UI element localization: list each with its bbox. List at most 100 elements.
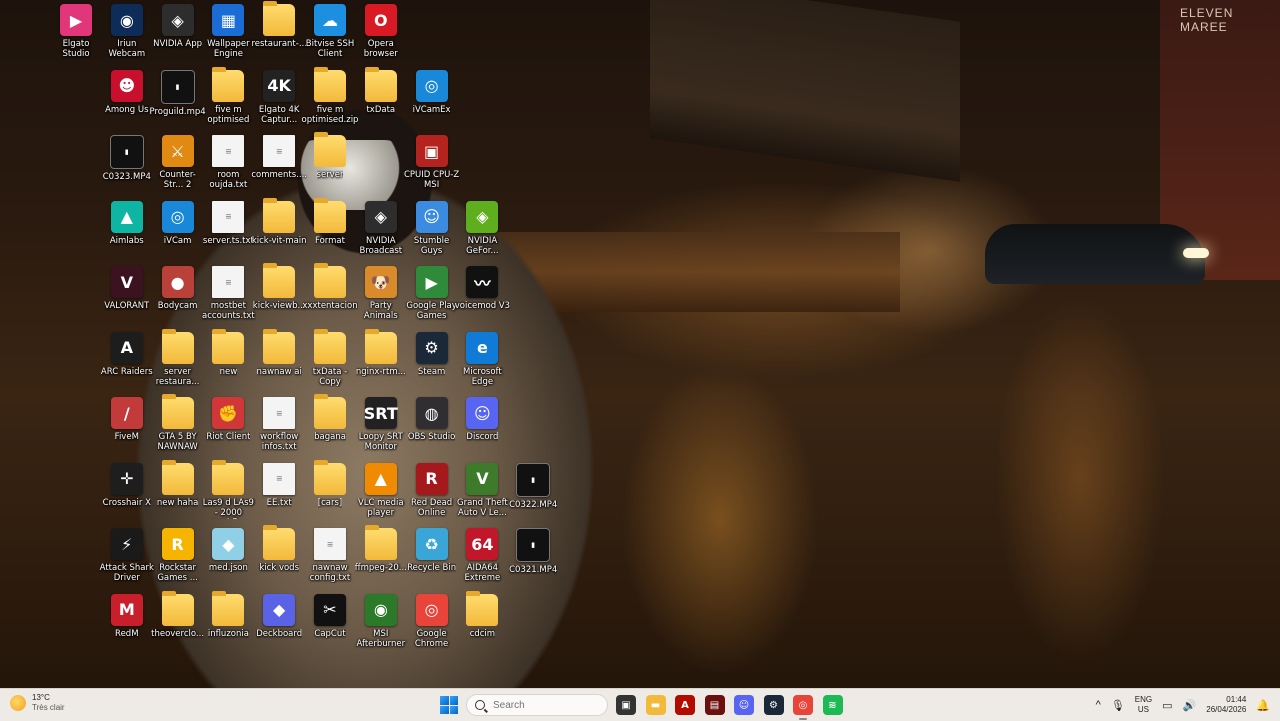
desktop-icon-among-us[interactable]: ☻ Among Us	[99, 69, 155, 115]
desktop-icon-aida64-extreme[interactable]: 64 AIDA64 Extreme	[454, 528, 510, 583]
start-button[interactable]	[440, 696, 458, 714]
desktop-icon-ffmpeg-20[interactable]: ffmpeg-20...	[353, 525, 409, 573]
desktop-icon-nawnaw-ai[interactable]: nawnaw ai	[251, 328, 307, 377]
taskbar-spotify-icon[interactable]: ≋	[822, 695, 843, 715]
desktop-icon-microsoft-edge[interactable]: e Microsoft Edge	[454, 331, 510, 387]
folder-icon	[263, 197, 296, 233]
desktop-icon-mostbet-accounts-txt[interactable]: ≡ mostbet accounts.txt	[200, 266, 256, 321]
desktop-icon-elgato-4k-captur[interactable]: 4K Elgato 4K Captur...	[251, 69, 307, 125]
desktop-icon-cdcim[interactable]: cdcim	[454, 590, 510, 639]
desktop-icon-recycle-bin[interactable]: ♻ Recycle Bin	[404, 528, 460, 573]
desktop-icon-google-chrome[interactable]: ◎ Google Chrome	[404, 593, 460, 649]
notification-bell-icon[interactable]: 🔔	[1256, 699, 1270, 712]
desktop-icon-server-ts-txt[interactable]: ≡ server.ts.txt	[200, 200, 256, 246]
desktop-icon-nginx-rtm[interactable]: nginx-rtm...	[353, 328, 409, 377]
search-input[interactable]	[491, 698, 595, 712]
desktop-icon-restaurant[interactable]: restaurant-...	[251, 1, 307, 49]
desktop-icon-aimlabs[interactable]: ▲ Aimlabs	[99, 200, 155, 246]
desktop-icon-vlc-media-player[interactable]: ▲ VLC media player	[353, 462, 409, 518]
desktop-icon-red-dead-online[interactable]: R Red Dead Online	[404, 462, 460, 518]
taskbar-chrome-icon[interactable]: ◎	[793, 695, 813, 720]
desktop-icon-redm[interactable]: M RedM	[99, 593, 155, 639]
taskbar-obs-task-icon[interactable]: ▤	[704, 695, 725, 715]
desktop-icon-google-play-games[interactable]: ▶ Google Play Games	[404, 266, 460, 321]
desktop-icon-c0322-mp4[interactable]: ▮ C0322.MP4	[505, 462, 561, 510]
desktop-icon-server[interactable]: server	[302, 132, 358, 180]
desktop-icon-grand-theft-auto-v-le[interactable]: V Grand Theft Auto V Le...	[454, 462, 510, 518]
desktop-icon-workflow-infos-txt[interactable]: ≡ workflow infos.txt	[251, 397, 307, 452]
desktop-icon-nawnaw-config-txt[interactable]: ≡ nawnaw config.txt	[302, 528, 358, 583]
taskbar-discord-icon[interactable]: ☺	[734, 695, 754, 715]
desktop-icon-gta-5-by-nawnaw[interactable]: GTA 5 BY NAWNAW	[150, 394, 206, 452]
desktop-icon-bitvise-ssh-client[interactable]: ☁ Bitvise SSH Client	[302, 4, 358, 59]
desktop-icon-five-m-optimised-zip[interactable]: five m optimised.zip	[302, 66, 358, 125]
desktop-icon-rockstar-games[interactable]: R Rockstar Games ...	[150, 528, 206, 583]
desktop-icon-iriun-webcam[interactable]: ◉ Iriun Webcam	[99, 4, 155, 59]
desktop-icon-party-animals[interactable]: 🐶 Party Animals	[353, 266, 409, 321]
desktop-icon-ee-txt[interactable]: ≡ EE.txt	[251, 462, 307, 508]
desktop-icon-msi-afterburner[interactable]: ◉ MSI Afterburner	[353, 593, 409, 649]
desktop-icon-ivcam[interactable]: ◎ iVCam	[150, 200, 206, 246]
weather-sun-icon	[10, 695, 26, 711]
network-icon[interactable]: ▭	[1162, 699, 1172, 712]
desktop-icon-bodycam[interactable]: ● Bodycam	[150, 266, 206, 311]
desktop-icon-nvidia-gefor[interactable]: ◈ NVIDIA GeFor...	[454, 200, 510, 256]
desktop-icon-cars[interactable]: [cars]	[302, 459, 358, 508]
taskbar-search-box[interactable]	[466, 694, 608, 716]
desktop-icon-nvidia-broadcast[interactable]: ◈ NVIDIA Broadcast	[353, 200, 409, 256]
desktop-icon-stumble-guys[interactable]: ☺ Stumble Guys	[404, 200, 460, 256]
desktop-icon-influzonia[interactable]: influzonia	[200, 590, 256, 639]
desktop-icon-counter-str-2[interactable]: ⚔ Counter-Str... 2	[150, 135, 206, 190]
desktop-icon-new[interactable]: new	[200, 328, 256, 377]
desktop-icon-opera-browser[interactable]: O Opera browser	[353, 4, 409, 59]
desktop-icon-med-json[interactable]: ◆ med.json	[200, 528, 256, 573]
desktop-icon-kick-vit-main[interactable]: kick-vit-main	[251, 197, 307, 246]
volume-icon[interactable]: 🔊	[1183, 699, 1197, 712]
desktop-icon-deckboard[interactable]: ◆ Deckboard	[251, 593, 307, 639]
desktop-icon-txdata[interactable]: txData	[353, 66, 409, 115]
weather-widget[interactable]: 13°C Très clair	[10, 693, 65, 713]
desktop-icon-fivem[interactable]: / FiveM	[99, 397, 155, 442]
desktop-icon-xxxtentacion[interactable]: xxxtentacion	[302, 263, 358, 311]
desktop-icon-elgato-studio[interactable]: ▶ Elgato Studio	[48, 4, 104, 59]
taskbar-file-explorer-icon[interactable]: ▬	[645, 695, 666, 715]
desktop-icon-room-oujda-txt[interactable]: ≡ room oujda.txt	[200, 135, 256, 190]
desktop-icon-txdata-copy[interactable]: txData - Copy	[302, 328, 358, 387]
desktop-icon-nvidia-app[interactable]: ◈ NVIDIA App	[150, 4, 206, 49]
desktop-icon-server-restaura[interactable]: server restaura...	[150, 328, 206, 387]
desktop-icon-las9-d-las9-2000-workfl[interactable]: Las9 d LAs9 - 2000 workfl...	[200, 459, 256, 519]
desktop-icon-comments[interactable]: ≡ comments....	[251, 135, 307, 180]
desktop-icon-c0323-mp4[interactable]: ▮ C0323.MP4	[99, 135, 155, 182]
desktop-icon-bagana[interactable]: bagana	[302, 394, 358, 442]
input-language-indicator[interactable]: ENG US	[1135, 695, 1152, 715]
desktop-icon-valorant[interactable]: V VALORANT	[99, 266, 155, 311]
desktop-icon-discord[interactable]: ☺ Discord	[454, 397, 510, 442]
taskbar-acrobat-icon[interactable]: A	[675, 695, 695, 715]
desktop-icon-crosshair-x[interactable]: ✛ Crosshair X	[99, 462, 155, 508]
desktop-icon-arc-raiders[interactable]: A ARC Raiders	[99, 331, 155, 377]
desktop-icon-obs-studio[interactable]: ◍ OBS Studio	[404, 397, 460, 442]
desktop-icon-voicemod-v3[interactable]: 〰 voicemod V3	[454, 266, 510, 311]
desktop-icon-kick-vods[interactable]: kick vods	[251, 525, 307, 573]
taskbar-task-view-icon[interactable]: ▣	[616, 695, 636, 715]
desktop-icon-ivcamex[interactable]: ◎ iVCamEx	[404, 69, 460, 115]
taskbar-steam-icon[interactable]: ⚙	[763, 695, 784, 715]
desktop-icon-wallpaper-engine[interactable]: ▦ Wallpaper Engine	[200, 4, 256, 59]
desktop-icon-loopy-srt-monitor[interactable]: SRT Loopy SRT Monitor	[353, 397, 409, 452]
desktop-icon-c0321-mp4[interactable]: ▮ C0321.MP4	[505, 528, 561, 575]
desktop-icon-proguild-mp4[interactable]: ▮ Proguild.mp4	[150, 69, 206, 117]
desktop-icon-format[interactable]: Format	[302, 197, 358, 246]
desktop-icon-theoverclo[interactable]: theoverclo...	[150, 590, 206, 639]
desktop-icon-cpuid-cpu-z-msi[interactable]: ▣ CPUID CPU-Z MSI	[404, 135, 460, 190]
clock[interactable]: 01:44 26/04/2026	[1206, 695, 1246, 715]
microphone-icon[interactable]: 🎙	[1111, 699, 1125, 712]
desktop-icon-kick-viewb[interactable]: kick-viewb...	[251, 263, 307, 311]
desktop-icon-attack-shark-driver[interactable]: ⚡ Attack Shark Driver	[99, 528, 155, 583]
desktop-icon-capcut[interactable]: ✂ CapCut	[302, 593, 358, 639]
desktop-icon-new-haha[interactable]: new haha	[150, 459, 206, 508]
show-hidden-icons-chevron-icon[interactable]: ^	[1096, 699, 1101, 711]
desktop-icon-riot-client[interactable]: ✊ Riot Client	[200, 397, 256, 442]
desktop-icon-five-m-optimised[interactable]: five m optimised	[200, 66, 256, 125]
capcut-app-icon: ✂	[314, 593, 346, 626]
desktop-icon-steam[interactable]: ⚙ Steam	[404, 331, 460, 377]
